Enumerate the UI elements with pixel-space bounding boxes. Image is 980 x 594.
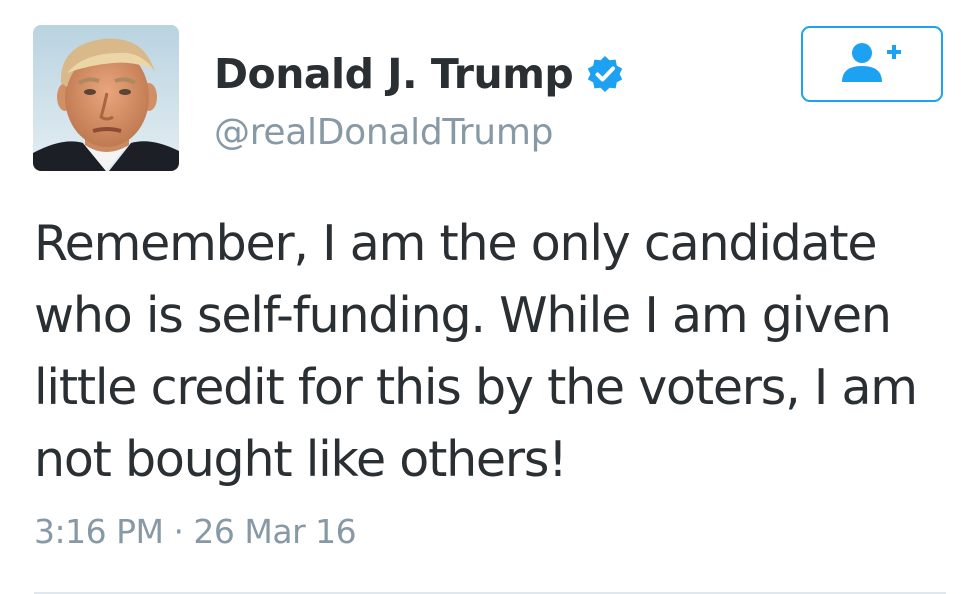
follow-button[interactable] <box>801 26 943 102</box>
verified-badge-icon <box>585 54 625 94</box>
tweet-text-line: Remember, I am the only candidate <box>34 215 878 272</box>
avatar[interactable] <box>33 25 179 171</box>
profile-photo-icon <box>33 25 179 171</box>
author-handle[interactable]: @realDonaldTrump <box>214 112 553 153</box>
tweet-timestamp[interactable]: 3:16 PM · 26 Mar 16 <box>34 512 357 551</box>
tweet-card: Donald J. Trump @realDonaldTrump Remembe… <box>0 0 980 594</box>
author-name-row: Donald J. Trump <box>214 44 625 104</box>
tweet-text-line: little credit for this by the voters, I … <box>34 359 918 416</box>
tweet-text: Remember, I am the only candidate who is… <box>34 208 964 496</box>
display-name[interactable]: Donald J. Trump <box>214 50 574 98</box>
add-user-icon <box>840 40 904 88</box>
tweet-text-line: who is self-funding. While I am given <box>34 287 892 344</box>
tweet-text-line: not bought like others! <box>34 431 568 488</box>
